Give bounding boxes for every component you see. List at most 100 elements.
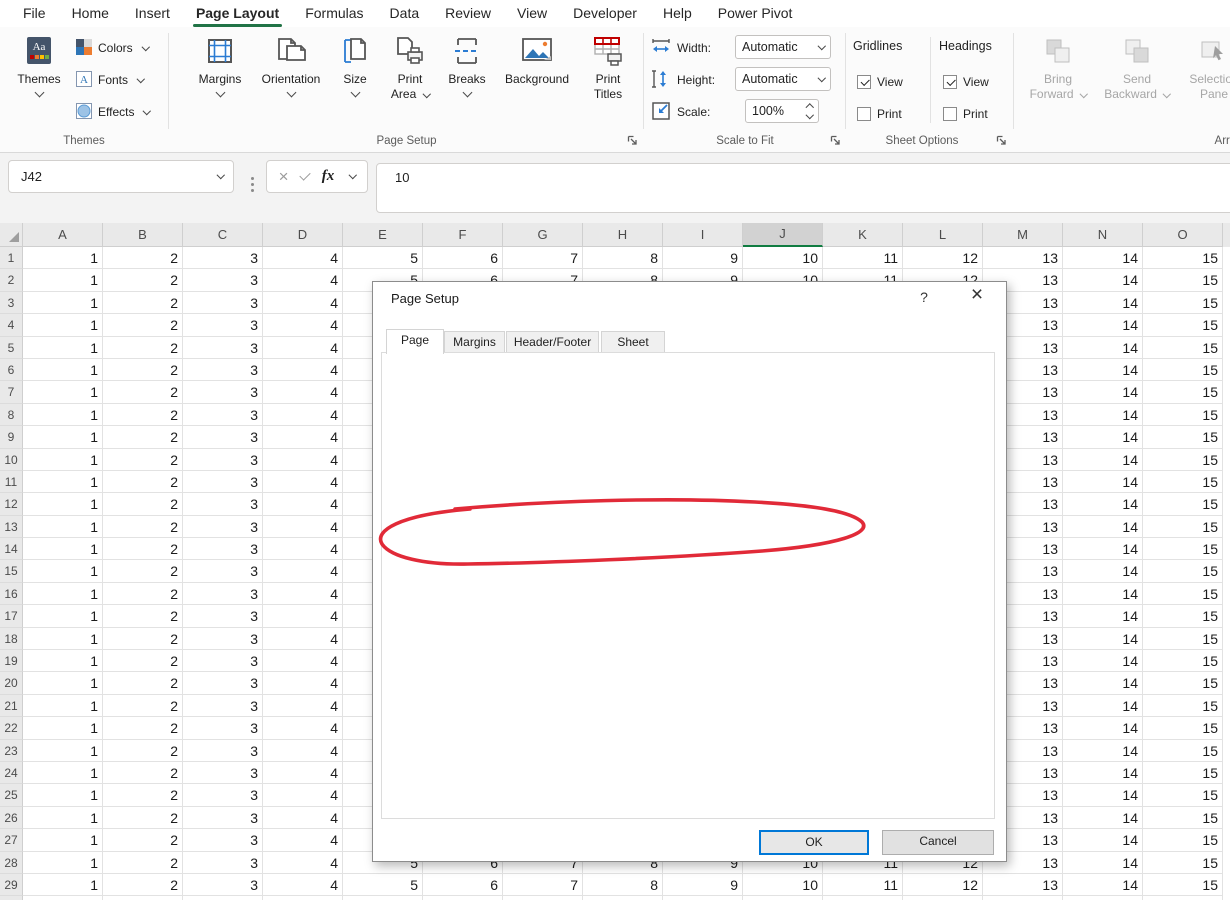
cell-B3[interactable]: 2	[103, 292, 183, 314]
cell-A15[interactable]: 1	[23, 560, 103, 582]
menu-tab-help[interactable]: Help	[650, 0, 705, 27]
row-header-8[interactable]: 8	[0, 404, 23, 426]
cell-N25[interactable]: 14	[1063, 784, 1143, 806]
cell-D19[interactable]: 4	[263, 650, 343, 672]
row-header-11[interactable]: 11	[0, 471, 23, 493]
cell-A7[interactable]: 1	[23, 381, 103, 403]
cell-O24[interactable]: 15	[1143, 762, 1223, 784]
row-header-18[interactable]: 18	[0, 628, 23, 650]
row-header-23[interactable]: 23	[0, 740, 23, 762]
cell-N19[interactable]: 14	[1063, 650, 1143, 672]
cell-B19[interactable]: 2	[103, 650, 183, 672]
insert-function-icon[interactable]: fx	[322, 168, 335, 185]
cell-N28[interactable]: 14	[1063, 852, 1143, 874]
cell-B28[interactable]: 2	[103, 852, 183, 874]
cell-O5[interactable]: 15	[1143, 337, 1223, 359]
cell-C30[interactable]: 3	[183, 896, 263, 900]
cell-A16[interactable]: 1	[23, 583, 103, 605]
cell-N1[interactable]: 14	[1063, 247, 1143, 269]
cell-B24[interactable]: 2	[103, 762, 183, 784]
cell-D5[interactable]: 4	[263, 337, 343, 359]
row-header-21[interactable]: 21	[0, 695, 23, 717]
cell-J1[interactable]: 10	[743, 247, 823, 269]
cell-O26[interactable]: 15	[1143, 807, 1223, 829]
selection-pane-button[interactable]: Selection Pane	[1179, 30, 1230, 102]
cell-E29[interactable]: 5	[343, 874, 423, 896]
cell-A25[interactable]: 1	[23, 784, 103, 806]
cancel-entry-icon[interactable]: ×	[279, 168, 289, 185]
row-header-13[interactable]: 13	[0, 516, 23, 538]
cell-C23[interactable]: 3	[183, 740, 263, 762]
cell-D29[interactable]: 4	[263, 874, 343, 896]
row-header-5[interactable]: 5	[0, 337, 23, 359]
bring-forward-button[interactable]: Bring Forward	[1025, 30, 1091, 102]
cell-N16[interactable]: 14	[1063, 583, 1143, 605]
cell-O6[interactable]: 15	[1143, 359, 1223, 381]
row-header-3[interactable]: 3	[0, 292, 23, 314]
menu-tab-power-pivot[interactable]: Power Pivot	[705, 0, 806, 27]
column-header-A[interactable]: A	[23, 223, 103, 247]
cell-B22[interactable]: 2	[103, 717, 183, 739]
cell-N6[interactable]: 14	[1063, 359, 1143, 381]
cell-N30[interactable]: 14	[1063, 896, 1143, 900]
cell-C5[interactable]: 3	[183, 337, 263, 359]
cell-C8[interactable]: 3	[183, 404, 263, 426]
width-dropdown[interactable]: Automatic	[735, 35, 831, 59]
cell-K29[interactable]: 11	[823, 874, 903, 896]
cell-O23[interactable]: 15	[1143, 740, 1223, 762]
orientation-button[interactable]: Orientation	[252, 30, 330, 96]
menu-tab-data[interactable]: Data	[377, 0, 433, 27]
cell-O30[interactable]: 15	[1143, 896, 1223, 900]
cell-O8[interactable]: 15	[1143, 404, 1223, 426]
cell-D27[interactable]: 4	[263, 829, 343, 851]
colors-button[interactable]: Colors	[76, 35, 148, 61]
menu-tab-formulas[interactable]: Formulas	[292, 0, 376, 27]
cell-C28[interactable]: 3	[183, 852, 263, 874]
row-header-10[interactable]: 10	[0, 449, 23, 471]
cell-L1[interactable]: 12	[903, 247, 983, 269]
cell-B29[interactable]: 2	[103, 874, 183, 896]
headings-print-checkbox[interactable]	[943, 107, 957, 121]
cell-N20[interactable]: 14	[1063, 672, 1143, 694]
cell-L30[interactable]: 12	[903, 896, 983, 900]
cell-O16[interactable]: 15	[1143, 583, 1223, 605]
cell-N15[interactable]: 14	[1063, 560, 1143, 582]
cell-D10[interactable]: 4	[263, 449, 343, 471]
column-header-K[interactable]: K	[823, 223, 903, 247]
cell-N24[interactable]: 14	[1063, 762, 1143, 784]
cell-D9[interactable]: 4	[263, 426, 343, 448]
help-icon[interactable]: ?	[914, 289, 934, 305]
fonts-button[interactable]: A Fonts	[76, 67, 144, 93]
cell-A26[interactable]: 1	[23, 807, 103, 829]
column-header-H[interactable]: H	[583, 223, 663, 247]
column-header-F[interactable]: F	[423, 223, 503, 247]
cell-F29[interactable]: 6	[423, 874, 503, 896]
cell-C15[interactable]: 3	[183, 560, 263, 582]
column-header-L[interactable]: L	[903, 223, 983, 247]
cell-B30[interactable]: 2	[103, 896, 183, 900]
headings-view-checkbox[interactable]	[943, 75, 957, 89]
row-header-1[interactable]: 1	[0, 247, 23, 269]
cell-A18[interactable]: 1	[23, 628, 103, 650]
cell-C24[interactable]: 3	[183, 762, 263, 784]
cell-D1[interactable]: 4	[263, 247, 343, 269]
cell-D3[interactable]: 4	[263, 292, 343, 314]
cell-A28[interactable]: 1	[23, 852, 103, 874]
row-header-2[interactable]: 2	[0, 269, 23, 291]
cell-O27[interactable]: 15	[1143, 829, 1223, 851]
cell-A22[interactable]: 1	[23, 717, 103, 739]
gridlines-print-checkbox[interactable]	[857, 107, 871, 121]
row-header-6[interactable]: 6	[0, 359, 23, 381]
cell-B6[interactable]: 2	[103, 359, 183, 381]
cell-A3[interactable]: 1	[23, 292, 103, 314]
cell-B25[interactable]: 2	[103, 784, 183, 806]
row-header-28[interactable]: 28	[0, 852, 23, 874]
cell-B1[interactable]: 2	[103, 247, 183, 269]
cell-A27[interactable]: 1	[23, 829, 103, 851]
cell-N4[interactable]: 14	[1063, 314, 1143, 336]
cell-N17[interactable]: 14	[1063, 605, 1143, 627]
cell-B8[interactable]: 2	[103, 404, 183, 426]
cell-O1[interactable]: 15	[1143, 247, 1223, 269]
cell-N22[interactable]: 14	[1063, 717, 1143, 739]
cell-O2[interactable]: 15	[1143, 269, 1223, 291]
